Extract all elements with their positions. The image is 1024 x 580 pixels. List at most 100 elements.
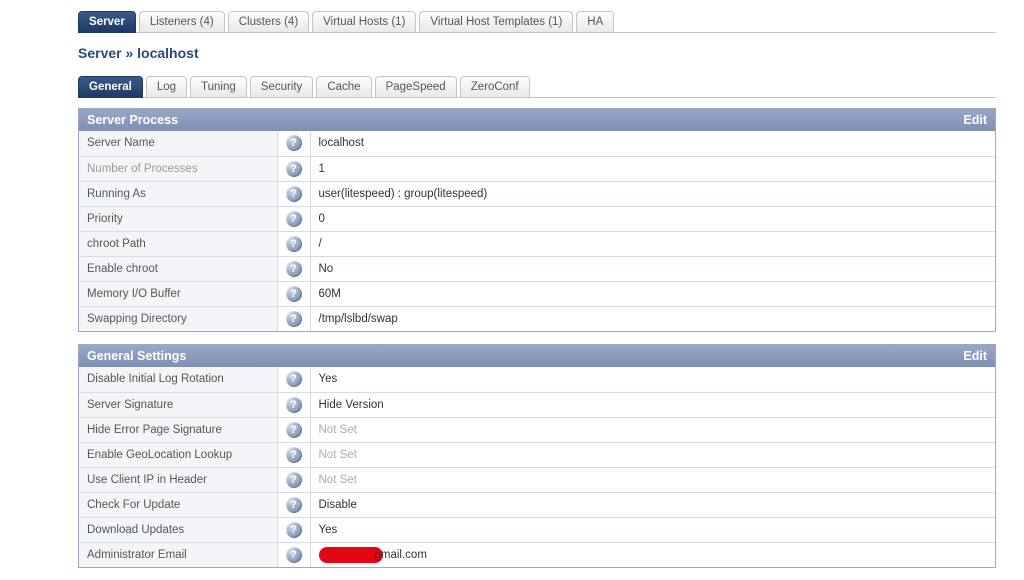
help-icon[interactable]: ? — [286, 522, 302, 538]
help-icon[interactable]: ? — [286, 472, 302, 488]
top-tab-virtual-hosts-1[interactable]: Virtual Hosts (1) — [312, 11, 416, 33]
row-value: gmail.com — [310, 542, 995, 567]
row-value-text: 0 — [319, 213, 325, 225]
row-label: Administrator Email — [79, 542, 277, 567]
top-tabs: ServerListeners (4)Clusters (4)Virtual H… — [78, 10, 996, 33]
table-row: Number of Processes?1 — [79, 156, 995, 181]
help-icon[interactable]: ? — [286, 161, 302, 177]
row-label: Server Signature — [79, 392, 277, 417]
row-value-text: localhost — [319, 137, 364, 149]
help-icon[interactable]: ? — [286, 447, 302, 463]
table-row: Disable Initial Log Rotation? Yes — [79, 367, 995, 392]
row-value: Not Set — [310, 417, 995, 442]
help-icon[interactable]: ? — [286, 186, 302, 202]
row-value: user(litespeed) : group(litespeed) — [310, 181, 995, 206]
sub-tab-tuning[interactable]: Tuning — [190, 76, 247, 98]
help-icon[interactable]: ? — [286, 422, 302, 438]
sub-tab-pagespeed[interactable]: PageSpeed — [375, 76, 457, 98]
edit-link[interactable]: Edit — [963, 349, 987, 363]
row-label: Server Name — [79, 131, 277, 156]
row-value-text: No — [319, 263, 334, 275]
help-cell: ? — [277, 367, 310, 392]
help-cell: ? — [277, 206, 310, 231]
data-table: Server Name?localhostNumber of Processes… — [79, 131, 995, 331]
table-row: Enable chroot? No — [79, 256, 995, 281]
sub-tab-general[interactable]: General — [78, 76, 143, 98]
help-icon[interactable]: ? — [286, 371, 302, 387]
row-label: Priority — [79, 206, 277, 231]
sub-tab-zeroconf[interactable]: ZeroConf — [460, 76, 530, 98]
help-icon[interactable]: ? — [286, 211, 302, 227]
help-icon[interactable]: ? — [286, 311, 302, 327]
help-icon[interactable]: ? — [286, 135, 302, 151]
row-value-text: gmail.com — [375, 549, 427, 561]
row-value-text: 1 — [319, 163, 325, 175]
row-label: Running As — [79, 181, 277, 206]
top-tab-listeners-4[interactable]: Listeners (4) — [139, 11, 225, 33]
help-cell: ? — [277, 131, 310, 156]
help-cell: ? — [277, 256, 310, 281]
row-value-text: 60M — [319, 288, 341, 300]
panel-server-process: Server ProcessEditServer Name? localhost N… — [78, 108, 996, 332]
row-value: 60M — [310, 281, 995, 306]
row-label: Download Updates — [79, 517, 277, 542]
top-tab-server[interactable]: Server — [78, 11, 136, 33]
row-value: /tmp/lslbd/swap — [310, 306, 995, 331]
table-row: Server Name? localhost — [79, 131, 995, 156]
help-cell: ? — [277, 156, 310, 181]
help-cell: ? — [277, 281, 310, 306]
table-row: Running As? user(litespeed) : group(lites… — [79, 181, 995, 206]
row-value-text: Not Set — [319, 474, 357, 486]
row-value: localhost — [310, 131, 995, 156]
help-cell: ? — [277, 492, 310, 517]
row-value: Yes — [310, 517, 995, 542]
table-row: Use Client IP in Header? Not Set — [79, 467, 995, 492]
help-icon[interactable]: ? — [286, 236, 302, 252]
help-cell: ? — [277, 542, 310, 567]
table-row: Hide Error Page Signature?Not Set — [79, 417, 995, 442]
row-value: / — [310, 231, 995, 256]
help-icon[interactable]: ? — [286, 497, 302, 513]
top-tab-ha[interactable]: HA — [576, 11, 614, 33]
row-label: Enable chroot — [79, 256, 277, 281]
row-value-text: Yes — [319, 524, 338, 536]
help-cell: ? — [277, 181, 310, 206]
table-row: Server Signature? Hide Version — [79, 392, 995, 417]
help-cell: ? — [277, 467, 310, 492]
help-icon[interactable]: ? — [286, 397, 302, 413]
row-value: Disable — [310, 492, 995, 517]
table-row: Check For Update?Disable — [79, 492, 995, 517]
table-row: Swapping Directory?/tmp/lslbd/swap — [79, 306, 995, 331]
top-tab-virtual-host-templates-1[interactable]: Virtual Host Templates (1) — [419, 11, 573, 33]
help-icon[interactable]: ? — [286, 261, 302, 277]
help-cell: ? — [277, 442, 310, 467]
help-icon[interactable]: ? — [286, 286, 302, 302]
row-value-text: user(litespeed) : group(litespeed) — [319, 188, 488, 200]
sub-tab-security[interactable]: Security — [250, 76, 314, 98]
data-table: Disable Initial Log Rotation? Yes Server S… — [79, 367, 995, 567]
top-tab-clusters-4[interactable]: Clusters (4) — [228, 11, 309, 33]
row-value: 1 — [310, 156, 995, 181]
table-row: chroot Path? / — [79, 231, 995, 256]
row-value-text: Yes — [319, 373, 338, 385]
help-cell: ? — [277, 306, 310, 331]
edit-link[interactable]: Edit — [963, 113, 987, 127]
row-label: Disable Initial Log Rotation — [79, 367, 277, 392]
panel-general-settings: General Settings Edit Disable Initial Log … — [78, 344, 996, 568]
row-label: Memory I/O Buffer — [79, 281, 277, 306]
row-label: Use Client IP in Header — [79, 467, 277, 492]
breadcrumb: Server » localhost — [78, 45, 996, 61]
help-cell: ? — [277, 392, 310, 417]
row-label: chroot Path — [79, 231, 277, 256]
panel-title: General Settings — [87, 349, 186, 363]
row-value-text: Not Set — [319, 424, 357, 436]
table-row: Download Updates? Yes — [79, 517, 995, 542]
help-icon[interactable]: ? — [286, 547, 302, 563]
panel-header: Server ProcessEdit — [79, 109, 995, 131]
row-value: Hide Version — [310, 392, 995, 417]
row-value-text: /tmp/lslbd/swap — [319, 313, 398, 325]
row-value: No — [310, 256, 995, 281]
sub-tab-log[interactable]: Log — [146, 76, 187, 98]
help-cell: ? — [277, 517, 310, 542]
sub-tab-cache[interactable]: Cache — [316, 76, 371, 98]
